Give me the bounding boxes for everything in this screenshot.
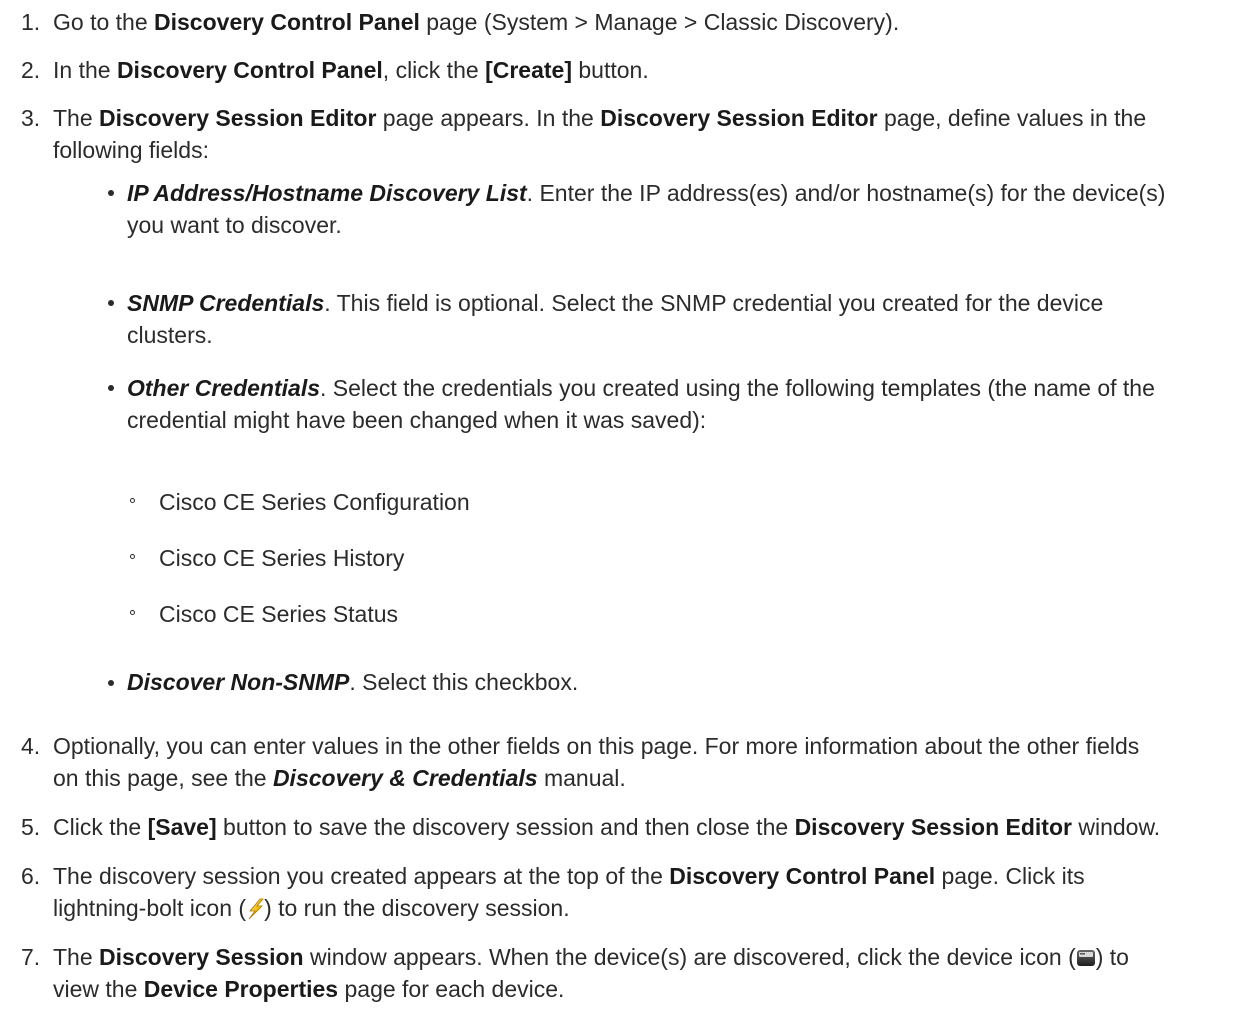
bullet-marker: [108, 190, 114, 196]
field-ip-list-cont: you want to discover.: [127, 212, 342, 238]
template-item: Cisco CE Series Configuration: [159, 489, 470, 515]
step-7-text: The Discovery Session window appears. Wh…: [53, 944, 1129, 970]
step-4-text: Optionally, you can enter values in the …: [53, 733, 1140, 759]
step-4-text-cont: on this page, see the Discovery & Creden…: [53, 765, 626, 791]
sub-bullet-marker: [130, 498, 135, 503]
step-number: 7.: [21, 944, 41, 970]
device-icon: [1076, 950, 1095, 966]
step-number: 1.: [21, 9, 41, 35]
step-3-text: The Discovery Session Editor page appear…: [53, 105, 1147, 131]
step-number: 3.: [21, 105, 41, 131]
step-number: 6.: [21, 863, 41, 889]
step-7-text-cont: view the Device Properties page for each…: [53, 976, 565, 1002]
step-2-text: In the Discovery Control Panel, click th…: [53, 57, 649, 83]
lightning-bolt-icon: [248, 898, 264, 920]
field-ip-list: IP Address/Hostname Discovery List. Ente…: [127, 180, 1166, 206]
sub-bullet-marker: [130, 554, 135, 559]
step-1-text: Go to the Discovery Control Panel page (…: [53, 9, 900, 35]
step-number: 5.: [21, 814, 41, 840]
step-number: 2.: [21, 57, 41, 83]
bullet-marker: [108, 300, 114, 306]
step-3-text-cont: following fields:: [53, 137, 209, 163]
field-discover-non-snmp: Discover Non-SNMP. Select this checkbox.: [127, 669, 579, 695]
bullet-marker: [108, 680, 114, 686]
step-5-text: Click the [Save] button to save the disc…: [53, 814, 1161, 840]
field-snmp-credentials-cont: clusters.: [127, 322, 213, 348]
template-item: Cisco CE Series History: [159, 545, 405, 571]
field-other-credentials: Other Credentials. Select the credential…: [127, 375, 1155, 401]
sub-bullet-marker: [130, 610, 135, 615]
step-number: 4.: [21, 733, 41, 759]
field-snmp-credentials: SNMP Credentials. This field is optional…: [127, 290, 1104, 316]
field-other-credentials-cont: credential might have been changed when …: [127, 407, 707, 433]
step-6-text-cont: lightning-bolt icon () to run the discov…: [53, 895, 570, 921]
step-6-text: The discovery session you created appear…: [53, 863, 1085, 889]
template-item: Cisco CE Series Status: [159, 601, 399, 627]
bullet-marker: [108, 385, 114, 391]
